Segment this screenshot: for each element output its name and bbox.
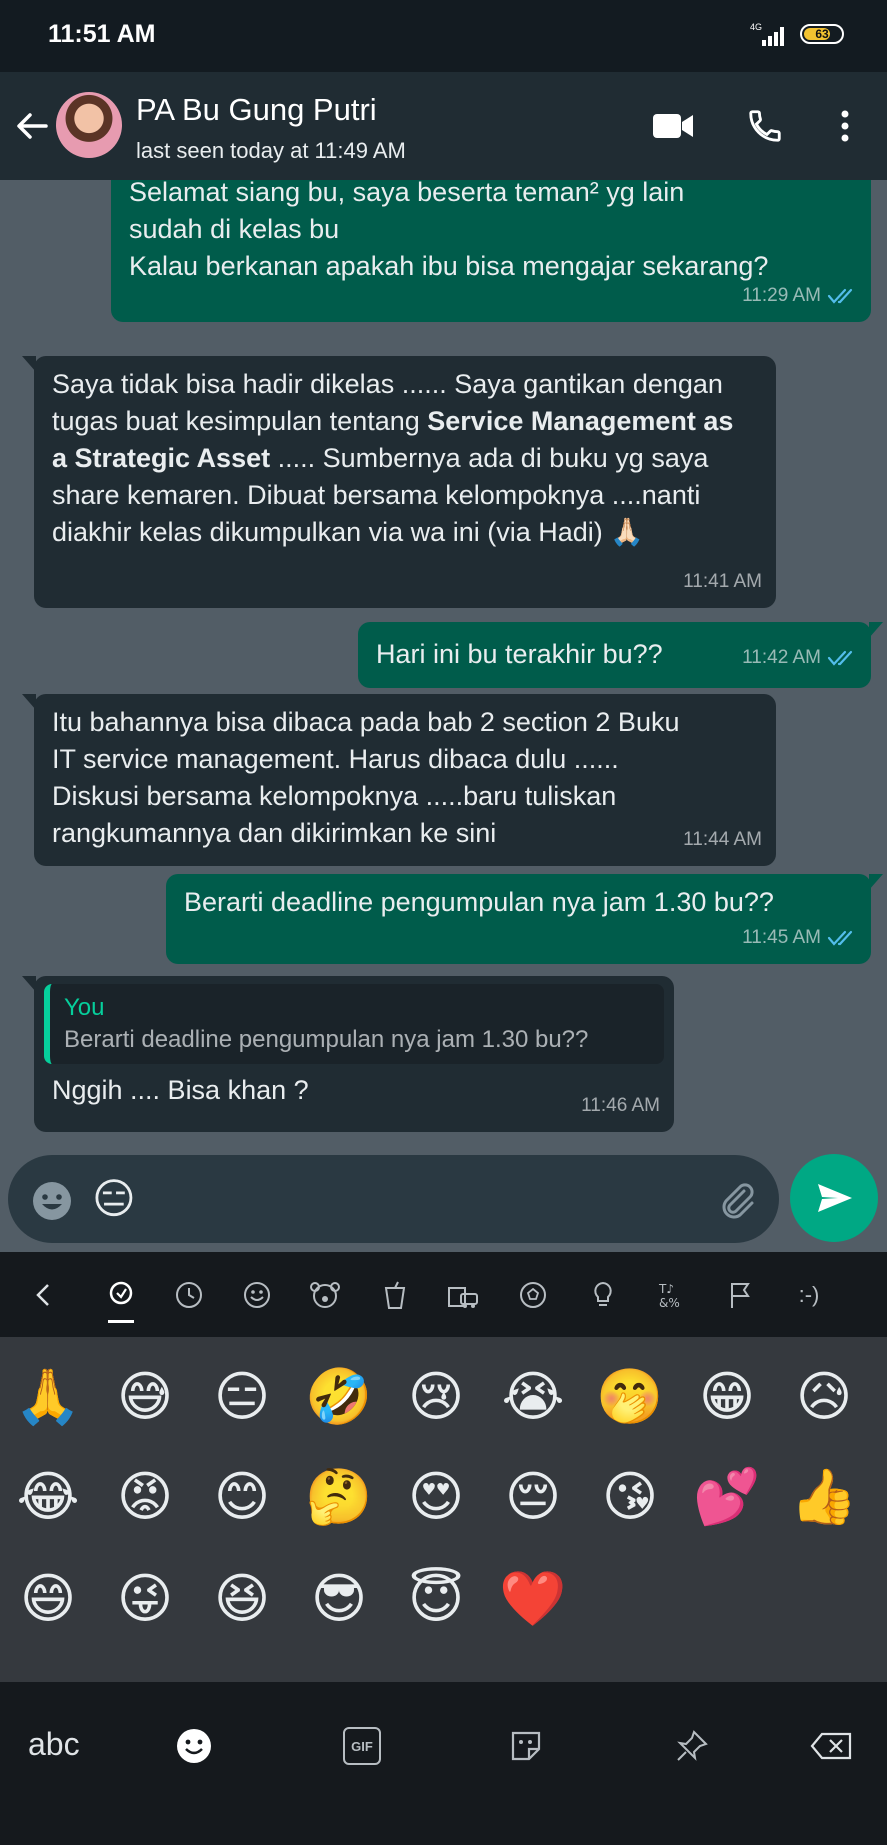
emoji-item[interactable]: 😢 bbox=[400, 1361, 472, 1433]
keyboard-bottom-bar: abc GIF bbox=[0, 1682, 887, 1845]
emoji-item[interactable]: 👍 bbox=[788, 1461, 860, 1533]
emoji-item[interactable]: 😎 bbox=[303, 1563, 375, 1635]
voice-call-icon[interactable] bbox=[741, 102, 789, 150]
quoted-message[interactable]: You Berarti deadline pengumpulan nya jam… bbox=[44, 984, 664, 1064]
emoji-back-icon[interactable] bbox=[26, 1278, 60, 1312]
backspace-icon[interactable] bbox=[808, 1722, 856, 1770]
emoji-item[interactable]: 😆 bbox=[206, 1563, 278, 1635]
message-outgoing[interactable]: Selamat siang bu, saya beserta teman² yg… bbox=[111, 180, 871, 322]
activity-tab-icon[interactable] bbox=[516, 1278, 550, 1312]
message-time: 11:45 AM bbox=[742, 927, 821, 948]
message-time: 11:41 AM bbox=[683, 571, 762, 592]
video-call-icon[interactable] bbox=[649, 102, 697, 150]
pin-icon[interactable] bbox=[668, 1722, 716, 1770]
more-options-icon[interactable] bbox=[821, 102, 869, 150]
send-icon bbox=[818, 1184, 852, 1212]
message-outgoing[interactable]: Berarti deadline pengumpulan nya jam 1.3… bbox=[166, 874, 883, 964]
read-receipt-icon bbox=[827, 930, 853, 946]
emoji-item[interactable]: 😑 bbox=[206, 1361, 278, 1433]
message-time: 11:46 AM bbox=[581, 1095, 660, 1116]
attach-icon[interactable] bbox=[714, 1177, 758, 1221]
emoji-item[interactable]: 😥 bbox=[788, 1361, 860, 1433]
emoji-keyboard-icon[interactable] bbox=[30, 1179, 74, 1223]
back-arrow-icon[interactable] bbox=[12, 106, 52, 146]
emoji-category-bar: T♪ &% :-) bbox=[0, 1252, 887, 1337]
message-line: Itu bahannya bisa dibaca pada bab 2 sect… bbox=[52, 707, 680, 737]
emoji-item[interactable]: 😁 bbox=[691, 1361, 763, 1433]
status-time: 11:51 AM bbox=[48, 20, 156, 48]
selected-tab-indicator bbox=[108, 1320, 134, 1323]
svg-text:T♪: T♪ bbox=[658, 1282, 674, 1296]
emoji-item[interactable]: 🤭 bbox=[594, 1361, 666, 1433]
battery-icon: 63 bbox=[800, 24, 844, 44]
read-receipt-icon bbox=[827, 650, 853, 666]
send-button[interactable] bbox=[790, 1154, 878, 1242]
emoji-item[interactable]: 😇 bbox=[400, 1563, 472, 1635]
svg-text:&%: &% bbox=[659, 1296, 680, 1310]
message-text: Berarti deadline pengumpulan nya jam 1.3… bbox=[184, 887, 774, 917]
contact-avatar[interactable] bbox=[56, 92, 122, 158]
message-line: Selamat siang bu, saya beserta teman² yg… bbox=[129, 180, 685, 207]
status-bar: 11:51 AM 4G 63 bbox=[0, 0, 887, 72]
message-incoming[interactable]: Saya tidak bisa hadir dikelas ...... Say… bbox=[22, 356, 776, 608]
message-line: Diskusi bersama kelompoknya .....baru tu… bbox=[52, 781, 617, 811]
draft-emoji: 😑 bbox=[92, 1174, 136, 1223]
network-type: 4G bbox=[750, 22, 762, 32]
emoji-item[interactable]: 🤣 bbox=[303, 1361, 375, 1433]
message-time: 11:44 AM bbox=[683, 829, 762, 850]
objects-tab-icon[interactable] bbox=[586, 1278, 620, 1312]
travel-tab-icon[interactable] bbox=[446, 1278, 480, 1312]
message-incoming[interactable]: Itu bahannya bisa dibaca pada bab 2 sect… bbox=[22, 694, 776, 866]
emoji-item[interactable]: 😔 bbox=[497, 1461, 569, 1533]
emoji-item[interactable]: 🤔 bbox=[303, 1461, 375, 1533]
emoji-item[interactable]: 😘 bbox=[594, 1461, 666, 1533]
message-line: sudah di kelas bu bbox=[129, 214, 340, 244]
chat-header: PA Bu Gung Putri last seen today at 11:4… bbox=[0, 72, 887, 180]
message-outgoing[interactable]: Hari ini bu terakhir bu?? 11:42 AM bbox=[358, 622, 883, 688]
read-receipt-icon bbox=[827, 288, 853, 304]
last-seen-status: last seen today at 11:49 AM bbox=[136, 138, 406, 163]
message-line: IT service management. Harus dibaca dulu… bbox=[52, 744, 619, 774]
emoji-item[interactable]: 🙏 bbox=[12, 1361, 84, 1433]
emoji-item[interactable]: 😂 bbox=[12, 1461, 84, 1533]
gif-label: GIF bbox=[343, 1727, 381, 1765]
flag-tab-icon[interactable] bbox=[724, 1278, 758, 1312]
symbols-tab-icon[interactable]: T♪ &% bbox=[654, 1278, 688, 1312]
emoji-item[interactable]: 😜 bbox=[109, 1563, 181, 1635]
emoji-item[interactable]: 😭 bbox=[497, 1361, 569, 1433]
sticker-icon[interactable] bbox=[502, 1722, 550, 1770]
message-text: Hari ini bu terakhir bu?? bbox=[376, 639, 663, 669]
emoji-item[interactable]: 😄 bbox=[12, 1563, 84, 1635]
signal-icon: 4G bbox=[750, 22, 784, 46]
quoted-author: You bbox=[64, 994, 105, 1021]
emoticon-tab[interactable]: :-) bbox=[792, 1278, 826, 1312]
emoji-mode-icon[interactable] bbox=[170, 1722, 218, 1770]
emoji-item[interactable]: 😍 bbox=[400, 1461, 472, 1533]
chat-area[interactable]: Selamat siang bu, saya beserta teman² yg… bbox=[0, 180, 887, 1155]
gif-button[interactable]: GIF bbox=[338, 1722, 386, 1770]
message-line: rangkumannya dan dikirimkan ke sini bbox=[52, 818, 497, 848]
animal-tab-icon[interactable] bbox=[308, 1278, 342, 1312]
emoji-item[interactable]: 😡 bbox=[109, 1461, 181, 1533]
abc-keyboard-button[interactable]: abc bbox=[28, 1726, 80, 1763]
quoted-text: Berarti deadline pengumpulan nya jam 1.3… bbox=[64, 1026, 589, 1053]
contact-name[interactable]: PA Bu Gung Putri bbox=[136, 92, 377, 128]
clock-icon[interactable] bbox=[172, 1278, 206, 1312]
message-incoming-reply[interactable]: You Berarti deadline pengumpulan nya jam… bbox=[22, 976, 674, 1132]
emoji-item[interactable]: 😅 bbox=[109, 1361, 181, 1433]
message-time: 11:42 AM bbox=[742, 647, 821, 668]
message-composer[interactable]: 😑 bbox=[8, 1155, 779, 1243]
emoji-item[interactable]: 😊 bbox=[206, 1461, 278, 1533]
emoji-grid: 🙏 😅 😑 🤣 😢 😭 🤭 😁 😥 😂 😡 😊 🤔 😍 😔 😘 💕 👍 😄 😜 … bbox=[0, 1337, 887, 1682]
message-text: Nggih .... Bisa khan ? bbox=[52, 1075, 309, 1105]
message-time: 11:29 AM bbox=[742, 285, 821, 306]
emoji-tab-recent-icon[interactable] bbox=[104, 1278, 138, 1312]
food-tab-icon[interactable] bbox=[378, 1278, 412, 1312]
emoji-item[interactable]: 💕 bbox=[691, 1461, 763, 1533]
smiley-tab-icon[interactable] bbox=[240, 1278, 274, 1312]
emoji-item[interactable]: ❤️ bbox=[497, 1563, 569, 1635]
battery-level: 63 bbox=[815, 27, 829, 41]
